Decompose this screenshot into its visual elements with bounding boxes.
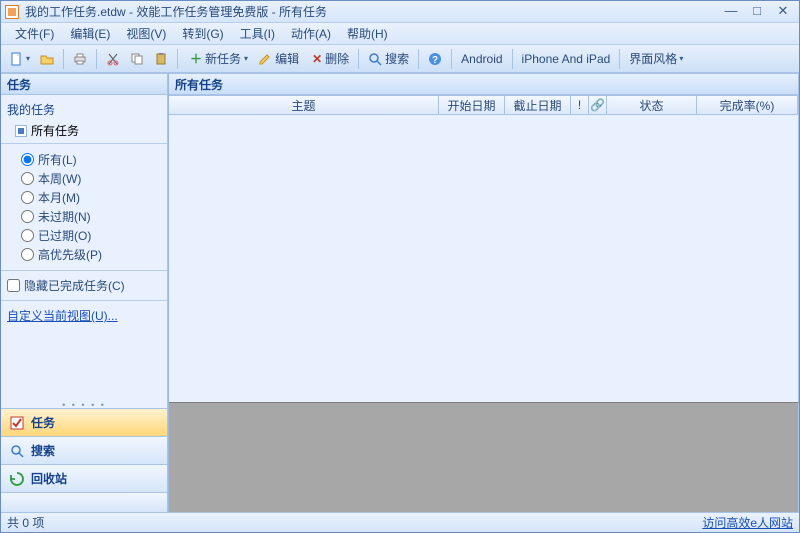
menu-view[interactable]: 视图(V): [118, 23, 174, 44]
svg-text:?: ?: [432, 55, 438, 66]
new-file-button[interactable]: ▾: [5, 48, 35, 70]
skin-button[interactable]: 界面风格▾: [624, 48, 688, 70]
titlebar: 我的工作任务.etdw - 效能工作任务管理免费版 - 所有任务 — □ ✕: [1, 1, 799, 23]
tree-root[interactable]: 我的任务: [1, 99, 167, 120]
col-attach[interactable]: 🔗: [589, 96, 607, 114]
help-button[interactable]: ?: [423, 48, 447, 70]
toolbar: ▾ ＋新任务▾ 编辑 ✕删除 搜索 ? Android iPhone And i…: [1, 45, 799, 73]
menu-file[interactable]: 文件(F): [7, 23, 62, 44]
checkbox-icon: [15, 125, 27, 137]
navbtn-recycle[interactable]: 回收站: [1, 464, 168, 492]
navbtn-tasks[interactable]: 任务: [1, 408, 168, 436]
menu-action[interactable]: 动作(A): [283, 23, 339, 44]
navbtn-collapse[interactable]: [1, 492, 168, 512]
status-link[interactable]: 访问高效e人网站: [702, 514, 793, 531]
paperclip-icon: 🔗: [590, 98, 605, 112]
filter-high-priority[interactable]: 高优先级(P): [21, 245, 167, 264]
app-icon: [5, 5, 19, 19]
navbtn-search-label: 搜索: [31, 442, 55, 459]
search-label: 搜索: [385, 50, 409, 67]
edit-label: 编辑: [275, 50, 299, 67]
tasks-icon: [9, 415, 25, 431]
col-subject[interactable]: 主题: [169, 96, 439, 114]
task-grid: 主题 开始日期 截止日期 ! 🔗 状态 完成率(%): [169, 95, 799, 512]
radio-month[interactable]: [21, 191, 34, 204]
filter-overdue[interactable]: 已过期(O): [21, 226, 167, 245]
delete-button[interactable]: ✕删除: [304, 48, 354, 70]
window-title: 我的工作任务.etdw - 效能工作任务管理免费版 - 所有任务: [25, 3, 717, 20]
filter-not-overdue[interactable]: 未过期(N): [21, 207, 167, 226]
new-task-button[interactable]: ＋新任务▾: [182, 48, 253, 70]
menubar: 文件(F) 编辑(E) 视图(V) 转到(G) 工具(I) 动作(A) 帮助(H…: [1, 23, 799, 45]
open-button[interactable]: [35, 48, 59, 70]
hide-done-row[interactable]: 隐藏已完成任务(C): [1, 273, 167, 298]
search-icon: [9, 443, 25, 459]
col-percent[interactable]: 完成率(%): [697, 96, 798, 114]
cut-button[interactable]: [101, 48, 125, 70]
menu-tools[interactable]: 工具(I): [232, 23, 283, 44]
sidebar-spacer: [1, 334, 168, 400]
copy-button[interactable]: [125, 48, 149, 70]
filter-all[interactable]: 所有(L): [21, 150, 167, 169]
skin-label: 界面风格: [629, 50, 677, 67]
all-tasks-label: 所有任务: [31, 122, 79, 139]
menu-edit[interactable]: 编辑(E): [62, 23, 118, 44]
search-button[interactable]: 搜索: [363, 48, 414, 70]
radio-notoverdue[interactable]: [21, 210, 34, 223]
navbtn-search[interactable]: 搜索: [1, 436, 168, 464]
col-due[interactable]: 截止日期: [505, 96, 571, 114]
col-priority[interactable]: !: [571, 96, 589, 114]
sidebar: 任务 我的任务 所有任务 所有(L) 本周(W) 本月(M) 未过期(N) 已过…: [1, 73, 169, 512]
hide-done-checkbox[interactable]: [7, 279, 20, 292]
paste-button[interactable]: [149, 48, 173, 70]
filter-month[interactable]: 本月(M): [21, 188, 167, 207]
status-count: 共 0 项: [7, 514, 44, 531]
splitter-handle[interactable]: • • • • •: [1, 400, 168, 408]
close-button[interactable]: ✕: [771, 4, 795, 20]
task-tree: 我的任务 所有任务 所有(L) 本周(W) 本月(M) 未过期(N) 已过期(O…: [1, 95, 168, 334]
delete-label: 删除: [325, 50, 349, 67]
grid-header: 主题 开始日期 截止日期 ! 🔗 状态 完成率(%): [169, 95, 799, 115]
custom-view-link[interactable]: 自定义当前视图(U)...: [7, 309, 118, 323]
filter-week[interactable]: 本周(W): [21, 169, 167, 188]
radio-high[interactable]: [21, 248, 34, 261]
preview-pane: [169, 402, 799, 512]
col-start[interactable]: 开始日期: [439, 96, 505, 114]
statusbar: 共 0 项 访问高效e人网站: [1, 512, 799, 532]
hide-done-label: 隐藏已完成任务(C): [24, 277, 125, 294]
filter-group: 所有(L) 本周(W) 本月(M) 未过期(N) 已过期(O) 高优先级(P): [1, 146, 167, 268]
grid-body[interactable]: [169, 115, 799, 402]
tree-all-tasks[interactable]: 所有任务: [1, 120, 167, 141]
menu-goto[interactable]: 转到(G): [174, 23, 231, 44]
new-task-label: 新任务: [205, 50, 241, 67]
menu-help[interactable]: 帮助(H): [339, 23, 396, 44]
radio-overdue[interactable]: [21, 229, 34, 242]
maximize-button[interactable]: □: [745, 4, 769, 20]
sidebar-header: 任务: [1, 73, 168, 95]
radio-week[interactable]: [21, 172, 34, 185]
main-header: 所有任务: [169, 73, 799, 95]
col-status[interactable]: 状态: [607, 96, 697, 114]
radio-all[interactable]: [21, 153, 34, 166]
navbtn-tasks-label: 任务: [31, 414, 55, 431]
iphone-button[interactable]: iPhone And iPad: [517, 48, 616, 70]
android-button[interactable]: Android: [456, 48, 507, 70]
recycle-icon: [9, 471, 25, 487]
main-area: 所有任务 主题 开始日期 截止日期 ! 🔗 状态 完成率(%): [169, 73, 799, 512]
print-button[interactable]: [68, 48, 92, 70]
navbtn-recycle-label: 回收站: [31, 470, 67, 487]
edit-button[interactable]: 编辑: [253, 48, 304, 70]
minimize-button[interactable]: —: [719, 4, 743, 20]
